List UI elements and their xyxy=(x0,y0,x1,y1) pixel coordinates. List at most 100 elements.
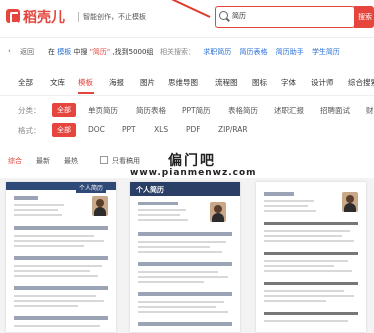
card-line xyxy=(138,241,226,243)
result-category[interactable]: 模板 xyxy=(57,48,71,56)
search-button[interactable]: 搜索 xyxy=(354,6,374,28)
logo-icon[interactable] xyxy=(6,9,20,24)
card-badge: 个人简历 xyxy=(76,182,107,193)
card-line xyxy=(14,275,98,277)
card-line xyxy=(138,246,210,248)
card-name-line xyxy=(14,196,38,200)
tab-images[interactable]: 图片 xyxy=(140,77,155,88)
card-line xyxy=(14,265,102,267)
card-line xyxy=(14,295,96,297)
related-link[interactable]: 简历助手 xyxy=(276,48,304,56)
tab-fonts[interactable]: 字体 xyxy=(281,77,296,88)
tab-general-search[interactable]: 综合搜索 xyxy=(348,77,374,88)
tab-library[interactable]: 文库 xyxy=(50,77,65,88)
card-line xyxy=(264,270,352,272)
tab-mindmap[interactable]: 思维导图 xyxy=(168,77,198,88)
tab-templates[interactable]: 模板 xyxy=(78,77,93,88)
card-line xyxy=(264,210,316,212)
card-line xyxy=(14,245,84,247)
card-line xyxy=(138,271,218,273)
class-filter-label: 分类： xyxy=(18,106,41,115)
related-link[interactable]: 求职简历 xyxy=(203,48,231,56)
tab-all[interactable]: 全部 xyxy=(18,77,33,88)
template-card[interactable] xyxy=(256,182,366,332)
card-section-bar xyxy=(14,226,108,230)
only-checkbox-label[interactable]: 只看稿用 xyxy=(112,156,140,166)
card-line xyxy=(14,325,100,327)
card-line xyxy=(264,230,350,232)
back-link[interactable]: 返回 xyxy=(20,47,34,57)
card-line xyxy=(264,260,348,262)
format-option[interactable]: DOC xyxy=(88,125,105,134)
card-section-bar xyxy=(138,232,232,236)
format-option[interactable]: ZIP/RAR xyxy=(218,125,248,134)
logo-text[interactable]: 稻壳儿 xyxy=(23,7,65,27)
card-line xyxy=(14,305,78,307)
card-line xyxy=(14,235,94,237)
card-line xyxy=(264,320,348,322)
watermark-url: www.pianmenwz.com xyxy=(130,168,257,178)
search-input[interactable] xyxy=(232,9,352,23)
card-line xyxy=(138,276,228,278)
related-title: 相关搜索： xyxy=(160,48,195,56)
result-query: "简历" xyxy=(89,48,111,56)
class-option-active[interactable]: 全部 xyxy=(52,103,76,117)
class-option[interactable]: PPT简历 xyxy=(182,105,211,116)
back-arrow-icon[interactable]: ‹ xyxy=(8,47,11,55)
card-section-bar xyxy=(14,316,108,320)
tab-designers[interactable]: 设计师 xyxy=(311,77,334,88)
card-section-bar xyxy=(264,252,358,255)
card-line xyxy=(138,281,204,283)
class-option[interactable]: 单页简历 xyxy=(88,105,118,116)
tab-posters[interactable]: 海报 xyxy=(109,77,124,88)
format-filter-label: 格式： xyxy=(18,126,41,135)
class-option[interactable]: 述职汇报 xyxy=(274,105,304,116)
card-line xyxy=(138,202,178,205)
card-line xyxy=(264,290,344,292)
card-section-bar xyxy=(264,312,358,315)
format-option[interactable]: PDF xyxy=(186,125,201,134)
card-line xyxy=(14,204,64,206)
card-line xyxy=(138,301,224,303)
card-photo xyxy=(342,192,358,212)
class-option[interactable]: 财 xyxy=(366,105,374,116)
class-option[interactable]: 招聘面试 xyxy=(320,105,350,116)
format-option-active[interactable]: 全部 xyxy=(52,123,76,137)
related-link[interactable]: 学生简历 xyxy=(312,48,340,56)
card-line xyxy=(264,265,334,267)
card-line xyxy=(138,306,216,308)
template-card[interactable]: 个人简历 xyxy=(130,182,240,332)
related-link[interactable]: 简历表格 xyxy=(239,48,267,56)
card-photo xyxy=(210,202,226,222)
card-line xyxy=(138,311,228,313)
card-section-bar xyxy=(138,292,232,296)
format-option[interactable]: XLS xyxy=(154,125,168,134)
card-section-bar xyxy=(138,262,232,266)
card-title: 个人简历 xyxy=(136,186,164,194)
template-grid: 个人简历 个人简历 xyxy=(0,178,374,333)
sort-comprehensive[interactable]: 综合 xyxy=(8,156,22,166)
sort-newest[interactable]: 最新 xyxy=(36,156,50,166)
card-line xyxy=(14,240,104,242)
result-summary: 在 模板 中搜 "简历" ,找到5000组 xyxy=(48,47,153,57)
category-tabs: 全部 文库 模板 海报 图片 思维导图 流程图 图标 字体 设计师 综合搜索 xyxy=(0,68,374,96)
only-checkbox[interactable] xyxy=(100,156,108,164)
format-option[interactable]: PPT xyxy=(122,125,136,134)
template-card[interactable]: 个人简历 xyxy=(6,182,116,332)
result-count: ,找到5000组 xyxy=(112,48,154,56)
card-line xyxy=(264,205,308,207)
active-tab-indicator xyxy=(78,92,94,94)
card-line xyxy=(264,240,354,242)
tab-icons[interactable]: 图标 xyxy=(252,77,267,88)
card-line xyxy=(264,295,354,297)
card-line xyxy=(264,300,326,302)
tab-flowchart[interactable]: 流程图 xyxy=(215,77,238,88)
related-search-label: 相关搜索： 求职简历 简历表格 简历助手 学生简历 xyxy=(160,47,340,57)
search-icon xyxy=(219,11,228,20)
result-prefix: 在 xyxy=(48,48,55,56)
card-line xyxy=(138,209,186,211)
class-option[interactable]: 表格简历 xyxy=(228,105,258,116)
card-line xyxy=(14,270,90,272)
class-option[interactable]: 简历表格 xyxy=(136,105,166,116)
sort-hottest[interactable]: 最热 xyxy=(64,156,78,166)
